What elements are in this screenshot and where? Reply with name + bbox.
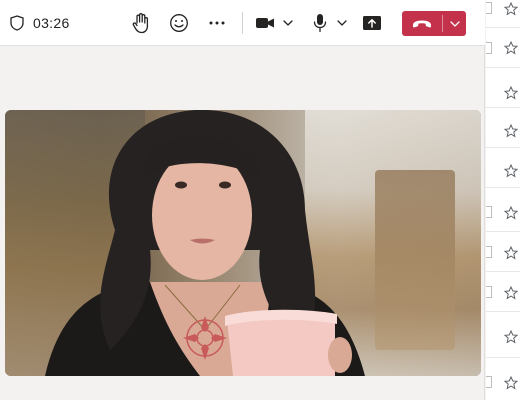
- mic-options-chevron-down-icon[interactable]: [336, 16, 348, 30]
- hangup-button[interactable]: [402, 11, 466, 36]
- list-row[interactable]: [486, 0, 520, 28]
- participant-video-tile[interactable]: [5, 110, 481, 376]
- list-row[interactable]: [486, 192, 520, 232]
- toolbar-divider: [242, 12, 243, 34]
- list-row[interactable]: [486, 272, 520, 312]
- background-mail-list: [486, 0, 520, 400]
- row-checkbox[interactable]: [486, 206, 492, 218]
- list-row[interactable]: [486, 68, 520, 108]
- participant-video-image: [45, 110, 365, 376]
- raise-hand-icon[interactable]: [130, 12, 152, 34]
- camera-options-chevron-down-icon[interactable]: [282, 16, 294, 30]
- row-checkbox[interactable]: [486, 246, 492, 258]
- share-screen-icon[interactable]: [361, 13, 383, 33]
- star-outline-icon[interactable]: [504, 330, 518, 344]
- call-window: 03:26: [0, 0, 485, 400]
- video-camera-icon[interactable]: [254, 13, 276, 33]
- star-outline-icon[interactable]: [504, 124, 518, 138]
- list-row[interactable]: [486, 362, 520, 400]
- row-checkbox[interactable]: [486, 42, 492, 54]
- star-outline-icon[interactable]: [504, 246, 518, 260]
- microphone-icon[interactable]: [310, 12, 330, 34]
- list-row[interactable]: [486, 28, 520, 68]
- call-timer: 03:26: [33, 15, 70, 31]
- row-checkbox[interactable]: [486, 376, 492, 388]
- row-checkbox[interactable]: [486, 2, 492, 14]
- list-row[interactable]: [486, 232, 520, 272]
- star-outline-icon[interactable]: [504, 41, 518, 55]
- row-checkbox[interactable]: [486, 286, 492, 298]
- star-outline-icon[interactable]: [504, 286, 518, 300]
- list-row[interactable]: [486, 318, 520, 358]
- star-outline-icon[interactable]: [504, 2, 518, 16]
- list-row[interactable]: [486, 108, 520, 148]
- star-outline-icon[interactable]: [504, 376, 518, 390]
- shield-icon[interactable]: [10, 15, 24, 31]
- smiley-icon[interactable]: [168, 12, 190, 34]
- star-outline-icon[interactable]: [504, 206, 518, 220]
- list-row[interactable]: [486, 148, 520, 188]
- star-outline-icon[interactable]: [504, 86, 518, 100]
- star-outline-icon[interactable]: [504, 164, 518, 178]
- more-icon[interactable]: [206, 12, 228, 34]
- call-toolbar: 03:26: [0, 0, 485, 46]
- phone-hangup-icon[interactable]: [402, 11, 442, 36]
- hangup-options-chevron-down-icon[interactable]: [443, 11, 466, 36]
